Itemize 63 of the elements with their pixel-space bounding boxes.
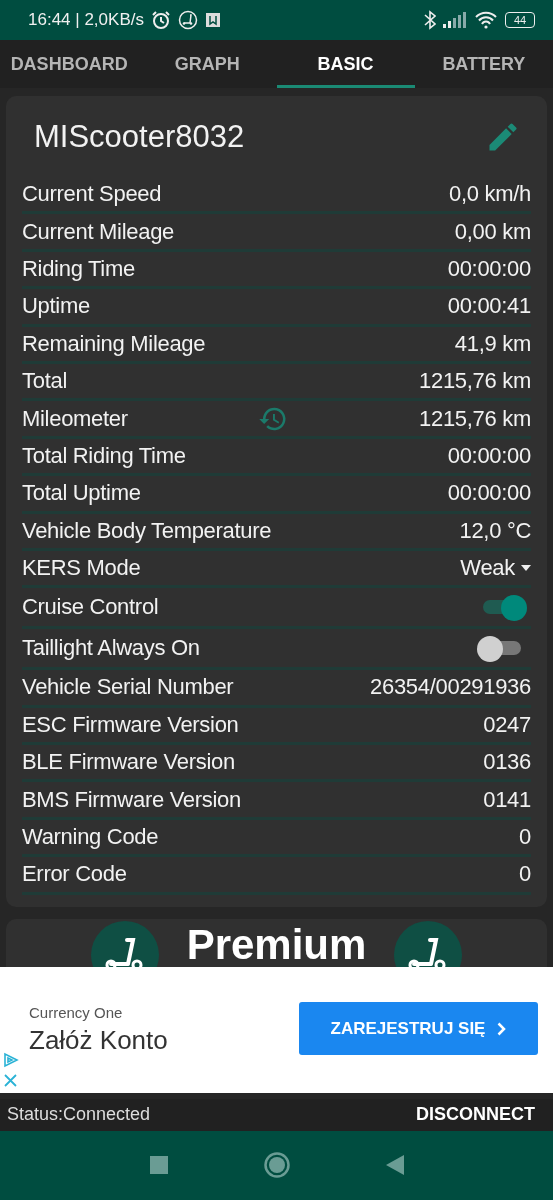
mode-dropdown[interactable]: Weak [460, 555, 531, 582]
row-value: 00:00:00 [447, 255, 531, 282]
row-value: 0,00 km [454, 218, 531, 245]
row-label: KERS Mode [22, 555, 141, 582]
row-label: Remaining Mileage [22, 330, 206, 357]
row-label: Vehicle Serial Number [22, 674, 234, 701]
tab[interactable]: DASHBOARD [0, 40, 139, 88]
row-label: Warning Code [22, 824, 159, 851]
battery-icon: 44 [505, 12, 535, 28]
device-name: MIScooter8032 [34, 118, 245, 155]
row-value: 0,0 km/h [449, 181, 531, 208]
caret-icon [521, 565, 531, 572]
row-value: 0141 [483, 786, 531, 813]
register-button[interactable]: ZAREJESTRUJ SIĘ [299, 1002, 538, 1056]
back-icon[interactable] [385, 1155, 404, 1176]
signal-icon [443, 12, 467, 28]
row-label: Total Riding Time [22, 442, 186, 469]
alarm-icon [150, 10, 171, 30]
connection-status: Status:Connected [7, 1104, 151, 1126]
row-value: 41,9 km [454, 330, 531, 357]
row-value: 0 [519, 824, 531, 851]
row-label: Total Uptime [22, 480, 141, 507]
row-label: Cruise Control [22, 594, 159, 621]
row-value: 0136 [483, 749, 531, 776]
disconnect-button[interactable]: DISCONNECT [416, 1104, 535, 1126]
play-triangle-icon[interactable] [3, 1051, 19, 1068]
premium-title: Premium [186, 922, 367, 967]
scooter-icon [177, 10, 198, 30]
bluetooth-icon [424, 10, 436, 30]
status-time: 16:44 | 2,0KB/s [28, 10, 144, 30]
row-value: 0 [519, 861, 531, 888]
row-value: 1215,76 km [419, 405, 531, 432]
recents-icon[interactable] [149, 1156, 168, 1175]
row-label: BLE Firmware Version [22, 749, 235, 776]
chevron-right-icon [497, 1021, 507, 1036]
row-label: Total [22, 368, 67, 395]
row-value: 00:00:00 [447, 480, 531, 507]
close-icon[interactable] [3, 1072, 18, 1088]
tab[interactable]: GRAPH [138, 40, 277, 88]
tab[interactable]: BASIC [276, 40, 415, 88]
app-icon [204, 12, 221, 28]
row-value: 12,0 °C [459, 517, 531, 544]
row-label: ESC Firmware Version [22, 711, 239, 738]
row-label: Vehicle Body Temperature [22, 517, 272, 544]
home-icon[interactable] [263, 1152, 290, 1179]
row-label: Mileometer [22, 405, 128, 432]
row-label: Riding Time [22, 255, 135, 282]
row-label: BMS Firmware Version [22, 786, 241, 813]
row-value: 1215,76 km [419, 368, 531, 395]
row-label: Uptime [22, 293, 90, 320]
row-label: Error Code [22, 861, 127, 888]
row-label: Taillight Always On [22, 635, 200, 662]
wifi-icon [474, 11, 498, 29]
ad-advertiser: Currency One [29, 1003, 124, 1021]
row-value: 26354/00291936 [370, 674, 531, 701]
row-label: Current Speed [22, 181, 162, 208]
ad-headline: Załóż Konto [29, 1024, 169, 1056]
tab[interactable]: BATTERY [414, 40, 553, 88]
row-value: 00:00:41 [447, 293, 531, 320]
row-label: Current Mileage [22, 218, 174, 245]
premium-card[interactable]: Premium [6, 918, 547, 967]
row-value: 0247 [483, 711, 531, 738]
row-value: 00:00:00 [447, 442, 531, 469]
